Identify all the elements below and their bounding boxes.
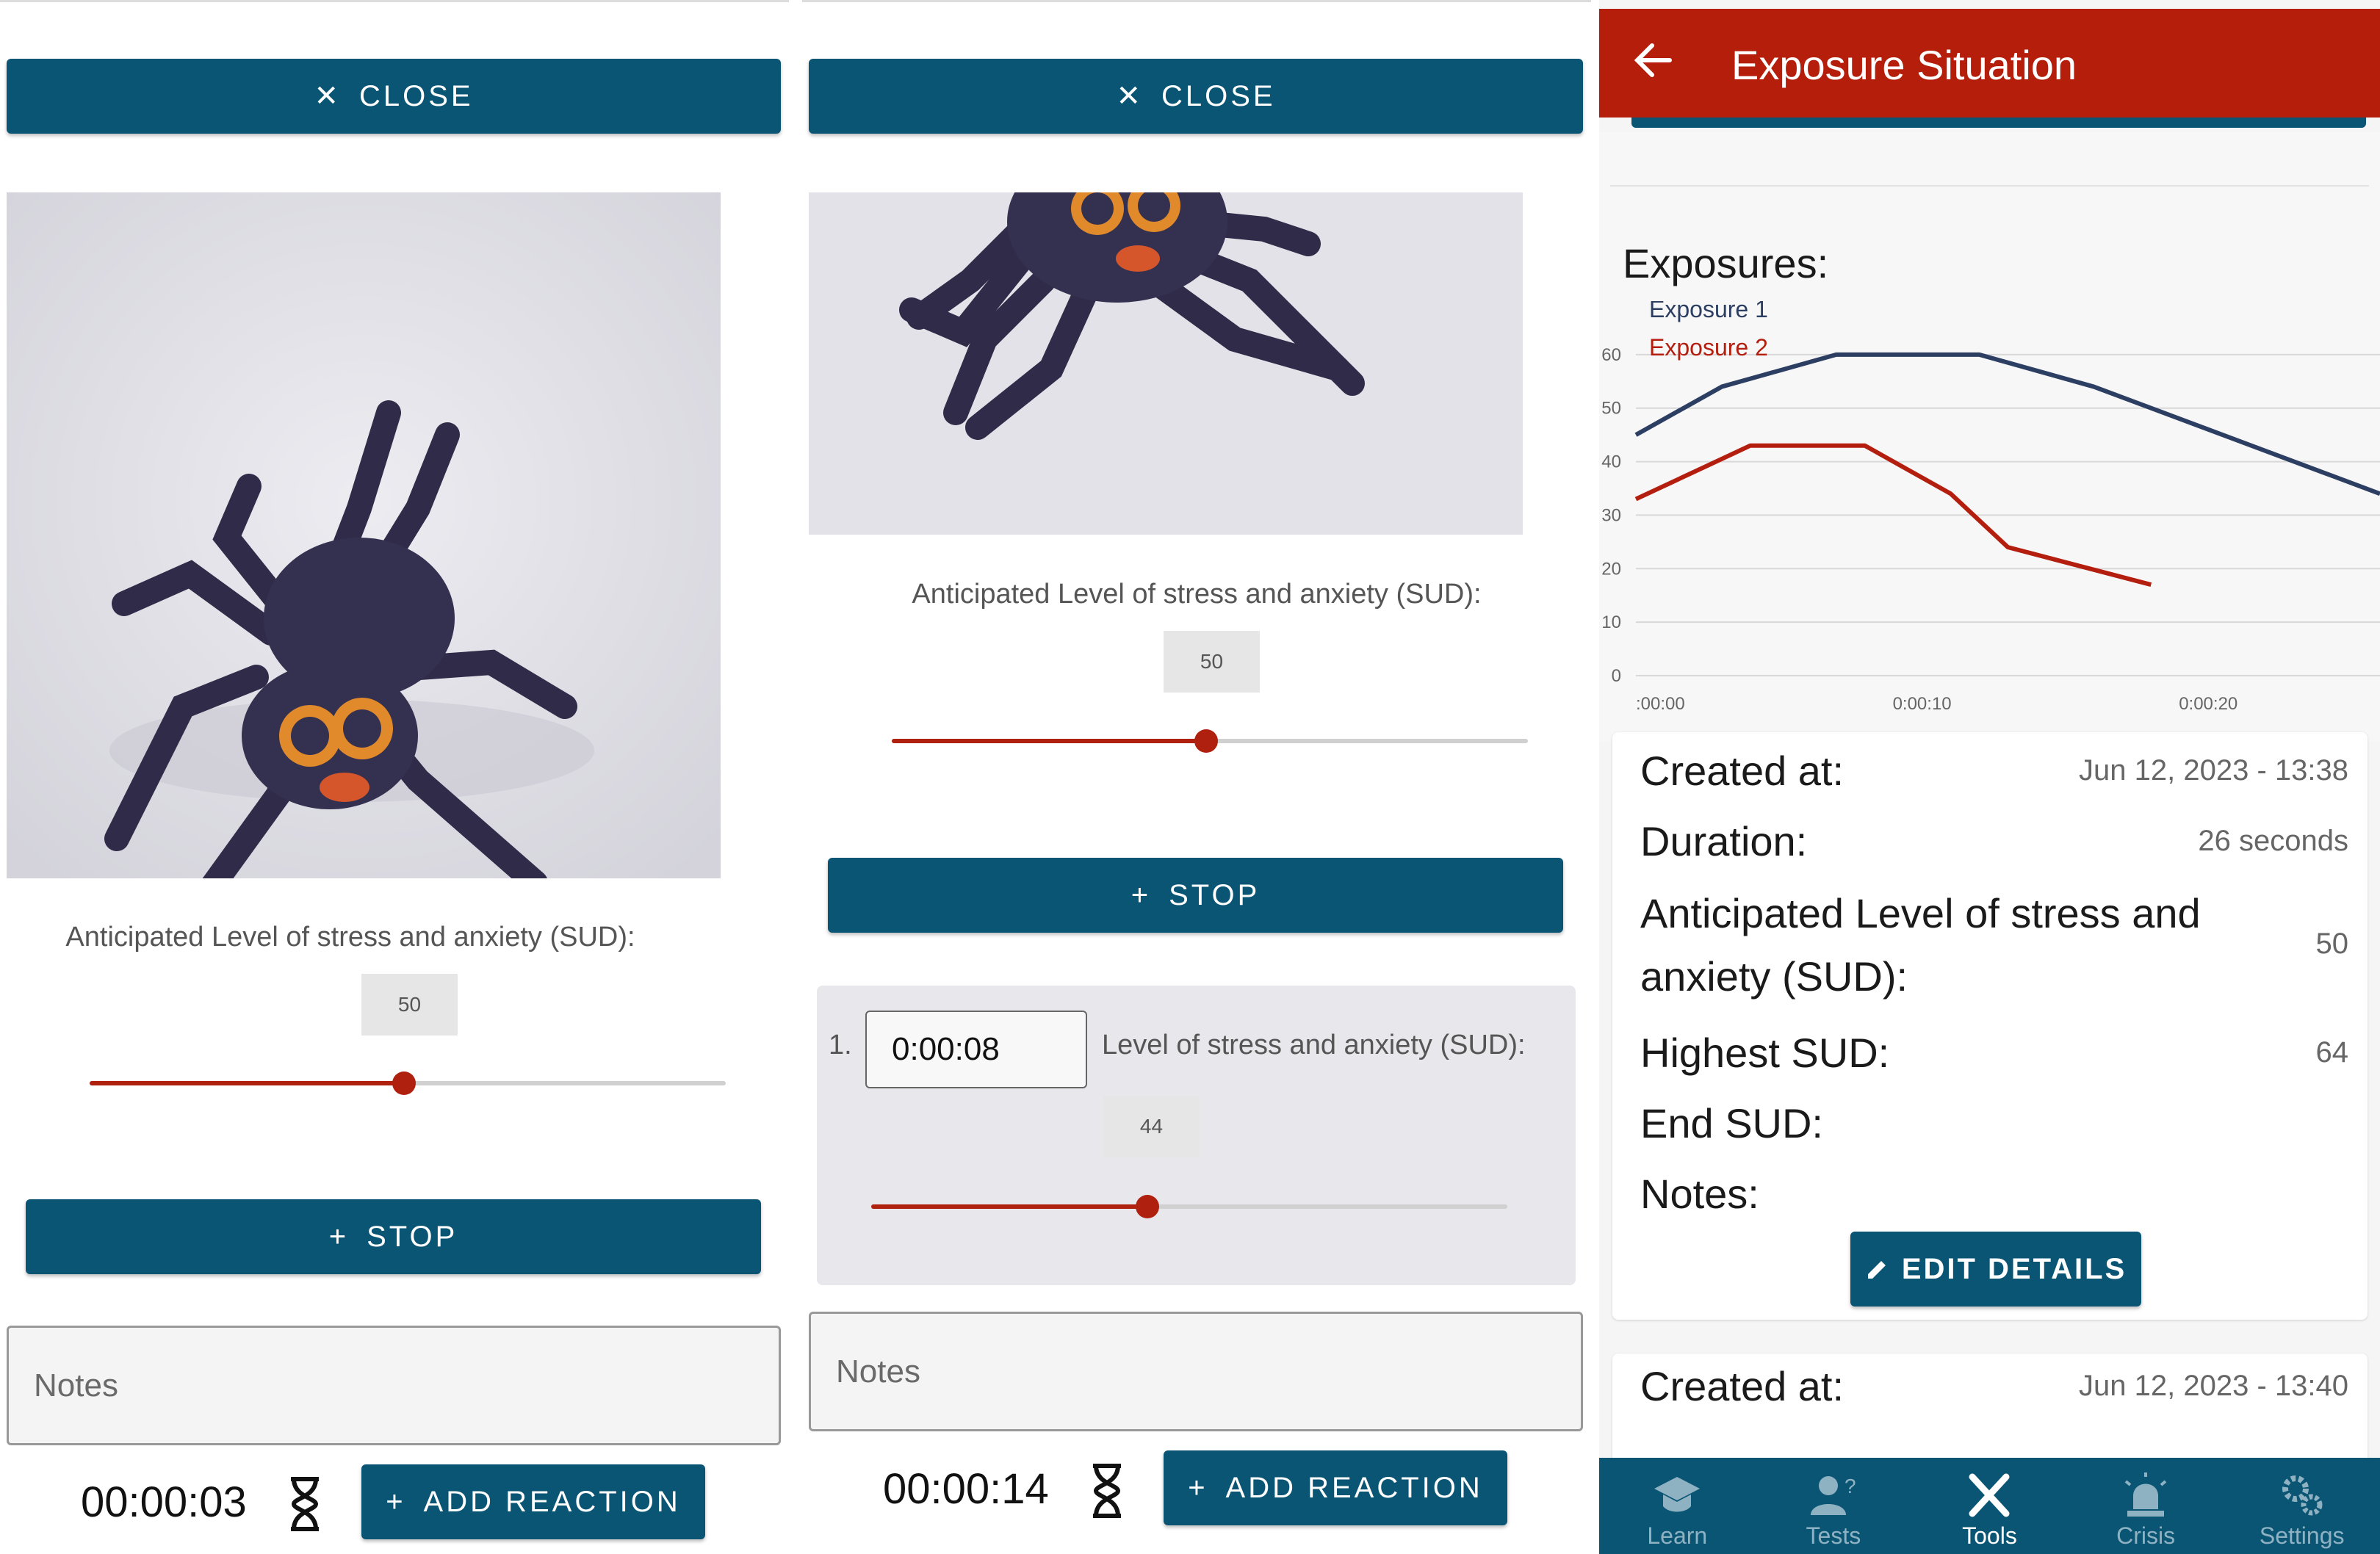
divider <box>1610 185 2369 187</box>
graduation-cap-icon <box>1654 1477 1701 1512</box>
elapsed-timer: 00:00:03 <box>81 1478 247 1526</box>
alarm-light-icon <box>2124 1472 2167 1517</box>
nav-settings[interactable]: Settings <box>2224 1458 2380 1554</box>
anticipated-label-line1: Anticipated Level of stress and <box>1640 890 2201 936</box>
notes-input[interactable]: Notes <box>7 1326 781 1445</box>
chart-area: Exposures: 0 10 20 30 40 50 60 :00:00 0:00:10 0:0… <box>1599 132 2380 742</box>
notes-label: Notes: <box>1640 1171 1759 1217</box>
plus-icon: + <box>386 1485 403 1518</box>
panel-1: ✕ CLOSE Anticipated Level of stress and … <box>0 0 789 1554</box>
exposures-heading: Exposures: <box>1623 240 1829 286</box>
spider-image <box>7 192 721 878</box>
y-tick-label: 30 <box>1601 505 1621 525</box>
edit-details-button[interactable]: EDIT DETAILS <box>1850 1232 2141 1307</box>
nav-crisis[interactable]: Crisis <box>2068 1458 2224 1554</box>
exposure-entry-card: Created at: Jun 12, 2023 - 13:38 Duratio… <box>1612 732 2368 1320</box>
highest-sud-label: Highest SUD: <box>1640 1030 1890 1076</box>
created-label: Created at: <box>1640 1363 1844 1409</box>
add-reaction-button[interactable]: + ADD REACTION <box>1164 1450 1507 1525</box>
panel-2: ✕ CLOSE Anticipated Level of stress and … <box>802 0 1591 1554</box>
anticipated-value: 50 <box>2315 928 2349 960</box>
add-reaction-button[interactable]: + ADD REACTION <box>361 1464 705 1539</box>
gears-icon <box>2282 1475 2323 1516</box>
anticipated-sud-label: Anticipated Level of stress and anxiety … <box>65 922 635 953</box>
slider-fill <box>892 739 1206 743</box>
close-button[interactable]: ✕ CLOSE <box>809 59 1583 134</box>
duration-label: Duration: <box>1640 818 1808 864</box>
notes-input[interactable]: Notes <box>809 1312 1583 1431</box>
anticipated-sud-label: Anticipated Level of stress and anxiety … <box>912 579 1482 610</box>
legend-entry: Exposure 2 <box>1649 334 1768 361</box>
legend-entry: Exposure 1 <box>1649 301 1768 322</box>
anticipated-sud-slider[interactable] <box>90 1071 726 1095</box>
exposure-photo <box>7 192 721 878</box>
reaction-sud-value: 44 <box>1103 1096 1200 1157</box>
slider-fill <box>871 1204 1147 1209</box>
exposures-line-chart: 0 10 20 30 40 50 60 :00:00 0:00:10 0:00:20 Exposur… <box>1601 301 2380 714</box>
plus-icon: + <box>1130 878 1149 911</box>
x-tick-label: :00:00 <box>1636 694 1685 714</box>
person-question-icon: ? <box>1810 1475 1856 1515</box>
created-value: Jun 12, 2023 - 13:40 <box>2079 1370 2348 1402</box>
y-tick-label: 40 <box>1601 452 1621 472</box>
sud-value-badge: 50 <box>1164 631 1260 693</box>
x-tick-label: 0:00:10 <box>1893 694 1952 714</box>
svg-text:?: ? <box>1844 1475 1856 1497</box>
reaction-time-input[interactable]: 0:00:08 <box>865 1011 1087 1088</box>
stop-button[interactable]: + STOP <box>828 858 1563 933</box>
highest-sud-value: 64 <box>2315 1036 2349 1069</box>
sud-value-badge: 50 <box>361 974 458 1036</box>
exposure-entry-card-2: Created at: Jun 12, 2023 - 13:40 <box>1612 1354 2368 1471</box>
plus-icon: + <box>328 1220 347 1253</box>
y-tick-label: 20 <box>1601 559 1621 579</box>
reaction-sud-slider[interactable] <box>871 1195 1507 1218</box>
y-tick-label: 10 <box>1601 612 1621 632</box>
spider-image <box>809 192 1523 535</box>
hourglass-icon <box>291 1477 319 1531</box>
pencil-icon <box>1867 1261 1886 1279</box>
nav-tests[interactable]: ? Tests <box>1756 1458 1912 1554</box>
slider-thumb[interactable] <box>392 1071 416 1095</box>
slider-thumb[interactable] <box>1194 729 1218 753</box>
created-label: Created at: <box>1640 748 1844 794</box>
hourglass-icon <box>1093 1464 1121 1518</box>
duration-value: 26 seconds <box>2198 825 2348 857</box>
tools-icon <box>1969 1473 2010 1517</box>
back-arrow-icon[interactable] <box>1631 38 1676 82</box>
anticipated-label-line2: anxiety (SUD): <box>1640 953 1908 1000</box>
y-tick-label: 50 <box>1601 399 1621 419</box>
y-tick-label: 0 <box>1612 666 1621 686</box>
plus-icon: + <box>1188 1471 1205 1504</box>
close-icon: ✕ <box>1116 80 1141 112</box>
reaction-index: 1. <box>829 1030 852 1060</box>
reaction-card: 1. 0:00:08 Level of stress and anxiety (… <box>817 986 1576 1285</box>
status-divider <box>0 0 789 2</box>
created-value: Jun 12, 2023 - 13:38 <box>2079 754 2348 787</box>
end-sud-label: End SUD: <box>1640 1100 1823 1146</box>
panel-3: Exposure Situation Exposures: 0 10 20 30 40 5… <box>1599 0 2380 1554</box>
app-bar: Exposure Situation <box>1599 9 2380 118</box>
close-button[interactable]: ✕ CLOSE <box>7 59 781 134</box>
page-title: Exposure Situation <box>1731 42 2077 88</box>
nav-tools[interactable]: Tools <box>1911 1458 2068 1554</box>
nav-learn[interactable]: Learn <box>1599 1458 1756 1554</box>
y-tick-label: 60 <box>1601 345 1621 365</box>
x-tick-label: 0:00:20 <box>2179 694 2237 714</box>
status-divider <box>802 0 1591 2</box>
exposure-photo <box>809 192 1523 535</box>
stop-button[interactable]: + STOP <box>26 1199 761 1274</box>
series-line-1 <box>1634 352 2380 496</box>
close-icon: ✕ <box>314 80 339 112</box>
slider-fill <box>90 1081 404 1085</box>
reaction-sud-label: Level of stress and anxiety (SUD): <box>1102 1030 1526 1060</box>
anticipated-sud-slider[interactable] <box>892 729 1528 753</box>
bottom-navigation: Learn ? Tests Tools Crisis Settings <box>1599 1458 2380 1554</box>
elapsed-timer: 00:00:14 <box>883 1465 1049 1513</box>
slider-thumb[interactable] <box>1136 1195 1159 1218</box>
